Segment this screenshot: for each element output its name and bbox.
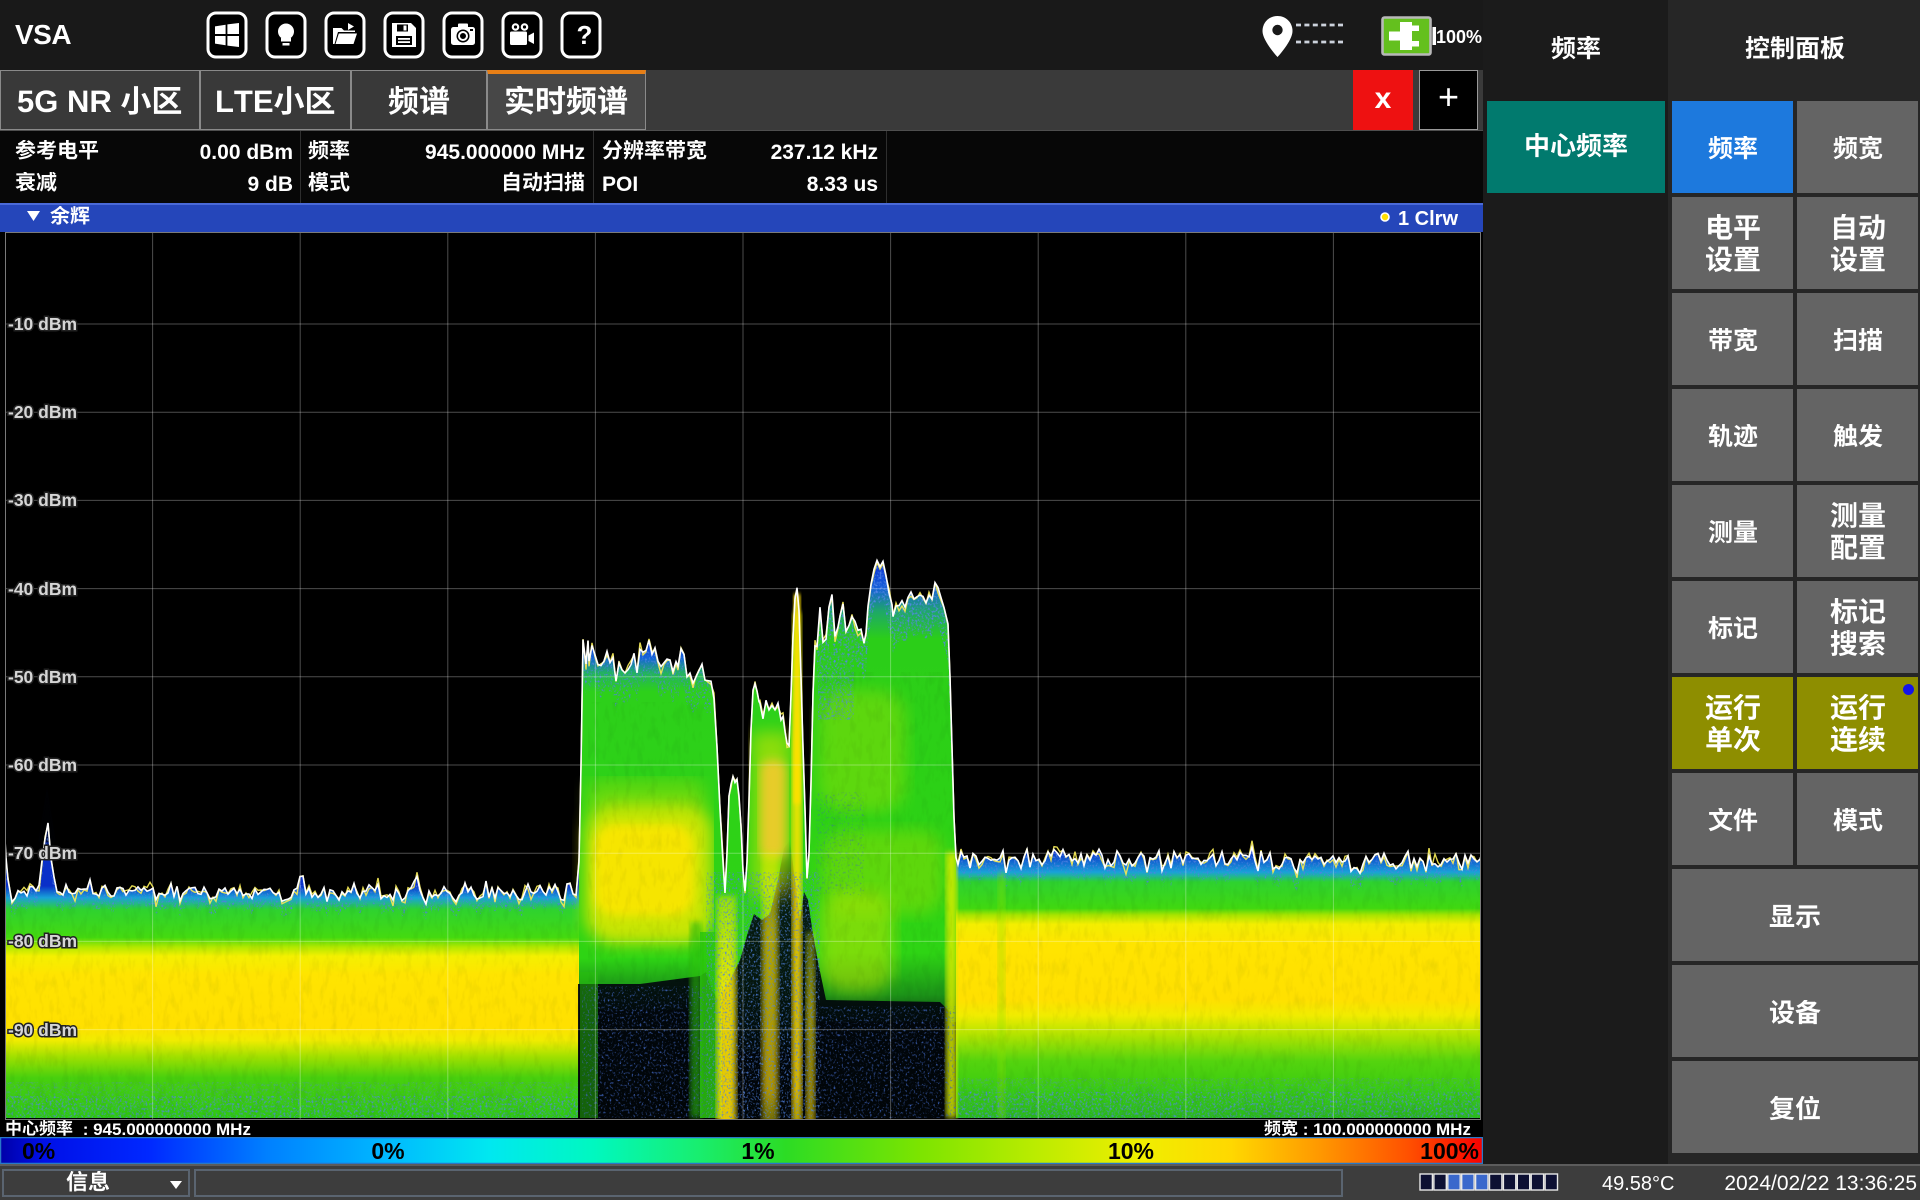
svg-text:-80 dBm: -80 dBm <box>8 931 77 951</box>
svg-text:?: ? <box>577 20 593 50</box>
svg-text:100%: 100% <box>1420 1138 1479 1164</box>
svg-text:1%: 1% <box>741 1138 774 1164</box>
svg-text:-40 dBm: -40 dBm <box>8 579 77 599</box>
svg-text:-90 dBm: -90 dBm <box>8 1020 77 1040</box>
svg-text:-30 dBm: -30 dBm <box>8 490 77 510</box>
svg-text:-50 dBm: -50 dBm <box>8 667 77 687</box>
svg-text:10%: 10% <box>1108 1138 1154 1164</box>
svg-text:-10 dBm: -10 dBm <box>8 314 77 334</box>
svg-text:-70 dBm: -70 dBm <box>8 843 77 863</box>
svg-text:-60 dBm: -60 dBm <box>8 755 77 775</box>
svg-text:0%: 0% <box>371 1138 404 1164</box>
svg-text:0%: 0% <box>22 1138 55 1164</box>
svg-text:-20 dBm: -20 dBm <box>8 402 77 422</box>
